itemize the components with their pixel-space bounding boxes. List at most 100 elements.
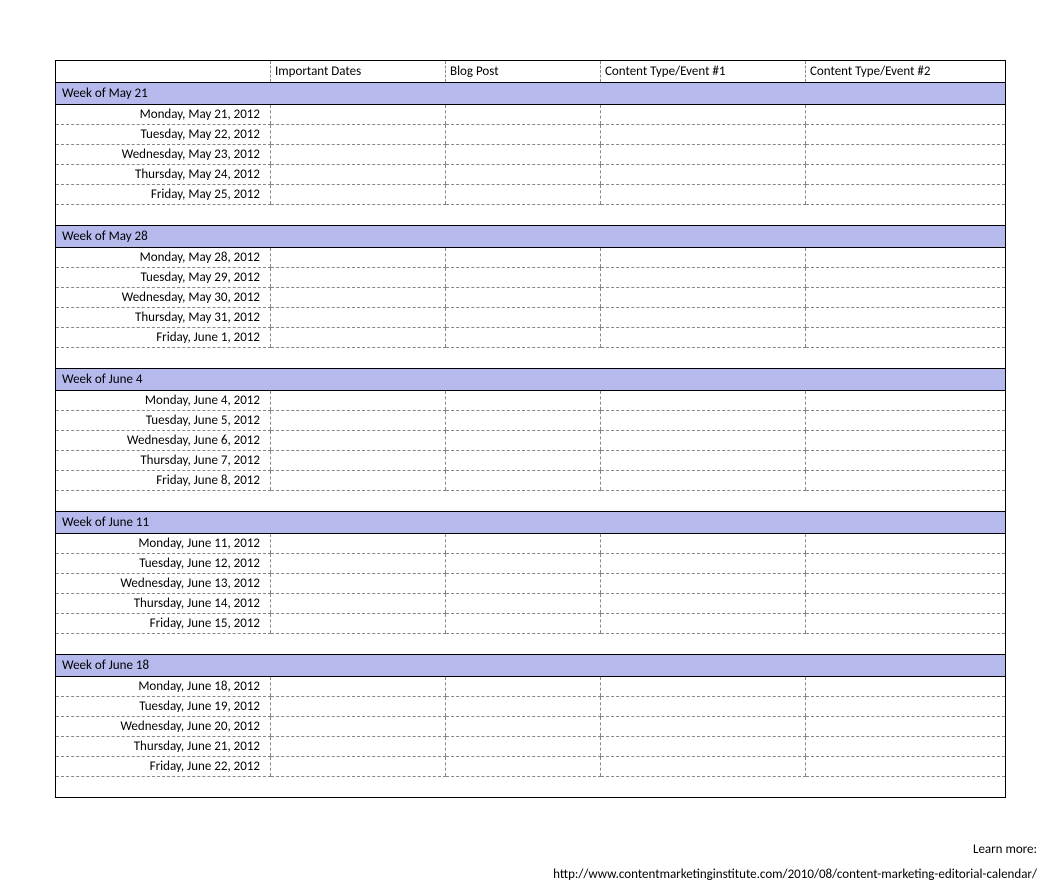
content-cell	[806, 554, 1006, 574]
content-cell	[806, 145, 1006, 165]
content-cell	[446, 614, 601, 634]
content-cell	[601, 268, 806, 288]
content-cell	[601, 534, 806, 554]
content-cell	[806, 594, 1006, 614]
content-cell	[271, 105, 446, 125]
content-cell	[601, 145, 806, 165]
content-cell	[271, 534, 446, 554]
content-cell	[601, 248, 806, 268]
content-cell	[806, 737, 1006, 757]
week-header: Week of June 18	[56, 655, 1006, 677]
content-cell	[271, 757, 446, 777]
date-cell: Tuesday, June 12, 2012	[56, 554, 271, 574]
content-cell	[446, 594, 601, 614]
content-cell	[601, 451, 806, 471]
content-cell	[271, 431, 446, 451]
content-cell	[601, 677, 806, 697]
date-cell: Monday, May 28, 2012	[56, 248, 271, 268]
week-header: Week of June 4	[56, 369, 1006, 391]
date-cell: Wednesday, June 13, 2012	[56, 574, 271, 594]
content-cell	[806, 268, 1006, 288]
content-cell	[806, 248, 1006, 268]
date-cell: Friday, June 15, 2012	[56, 614, 271, 634]
content-cell	[601, 594, 806, 614]
content-cell	[271, 185, 446, 205]
content-cell	[271, 328, 446, 348]
source-url: http://www.contentmarketinginstitute.com…	[0, 863, 1037, 887]
header-important-dates: Important Dates	[271, 61, 446, 83]
content-cell	[601, 554, 806, 574]
content-cell	[806, 431, 1006, 451]
content-cell	[446, 534, 601, 554]
content-cell	[271, 574, 446, 594]
content-cell	[806, 697, 1006, 717]
week-header: Week of May 28	[56, 226, 1006, 248]
date-cell: Wednesday, May 30, 2012	[56, 288, 271, 308]
content-cell	[806, 288, 1006, 308]
content-cell	[271, 471, 446, 491]
content-cell	[806, 574, 1006, 594]
spacer	[56, 348, 1006, 369]
date-cell: Thursday, June 21, 2012	[56, 737, 271, 757]
content-cell	[806, 451, 1006, 471]
content-cell	[271, 594, 446, 614]
editorial-calendar-table: Important DatesBlog PostContent Type/Eve…	[55, 60, 1006, 798]
content-cell	[601, 431, 806, 451]
content-cell	[271, 677, 446, 697]
date-cell: Friday, May 25, 2012	[56, 185, 271, 205]
date-cell: Tuesday, June 19, 2012	[56, 697, 271, 717]
date-cell: Tuesday, May 29, 2012	[56, 268, 271, 288]
content-cell	[601, 411, 806, 431]
content-cell	[446, 308, 601, 328]
content-cell	[601, 391, 806, 411]
date-cell: Friday, June 22, 2012	[56, 757, 271, 777]
content-cell	[271, 554, 446, 574]
date-cell: Wednesday, June 20, 2012	[56, 717, 271, 737]
content-cell	[446, 145, 601, 165]
content-cell	[271, 145, 446, 165]
content-cell	[806, 411, 1006, 431]
content-cell	[446, 248, 601, 268]
content-cell	[446, 185, 601, 205]
date-cell: Monday, June 18, 2012	[56, 677, 271, 697]
content-cell	[601, 717, 806, 737]
content-cell	[601, 288, 806, 308]
header-content-type-event-1: Content Type/Event #1	[601, 61, 806, 83]
date-cell: Tuesday, May 22, 2012	[56, 125, 271, 145]
content-cell	[601, 614, 806, 634]
content-cell	[271, 717, 446, 737]
learn-more-label: Learn more:	[0, 838, 1037, 863]
content-cell	[271, 308, 446, 328]
content-cell	[446, 451, 601, 471]
content-cell	[806, 757, 1006, 777]
content-cell	[271, 165, 446, 185]
content-cell	[806, 391, 1006, 411]
week-header: Week of June 11	[56, 512, 1006, 534]
footer: Learn more: http://www.contentmarketingi…	[0, 808, 1057, 887]
content-cell	[806, 614, 1006, 634]
content-cell	[806, 165, 1006, 185]
content-cell	[271, 614, 446, 634]
content-cell	[271, 268, 446, 288]
content-cell	[446, 268, 601, 288]
content-cell	[601, 574, 806, 594]
content-cell	[446, 471, 601, 491]
content-cell	[446, 554, 601, 574]
content-cell	[601, 328, 806, 348]
content-cell	[271, 697, 446, 717]
content-cell	[446, 125, 601, 145]
content-cell	[601, 757, 806, 777]
content-cell	[601, 471, 806, 491]
content-cell	[601, 185, 806, 205]
content-cell	[271, 411, 446, 431]
header-content-type-event-2: Content Type/Event #2	[806, 61, 1006, 83]
content-cell	[446, 165, 601, 185]
content-cell	[271, 391, 446, 411]
week-header: Week of May 21	[56, 83, 1006, 105]
content-cell	[601, 308, 806, 328]
content-cell	[601, 125, 806, 145]
content-cell	[446, 737, 601, 757]
content-cell	[271, 288, 446, 308]
content-cell	[271, 451, 446, 471]
content-cell	[601, 737, 806, 757]
